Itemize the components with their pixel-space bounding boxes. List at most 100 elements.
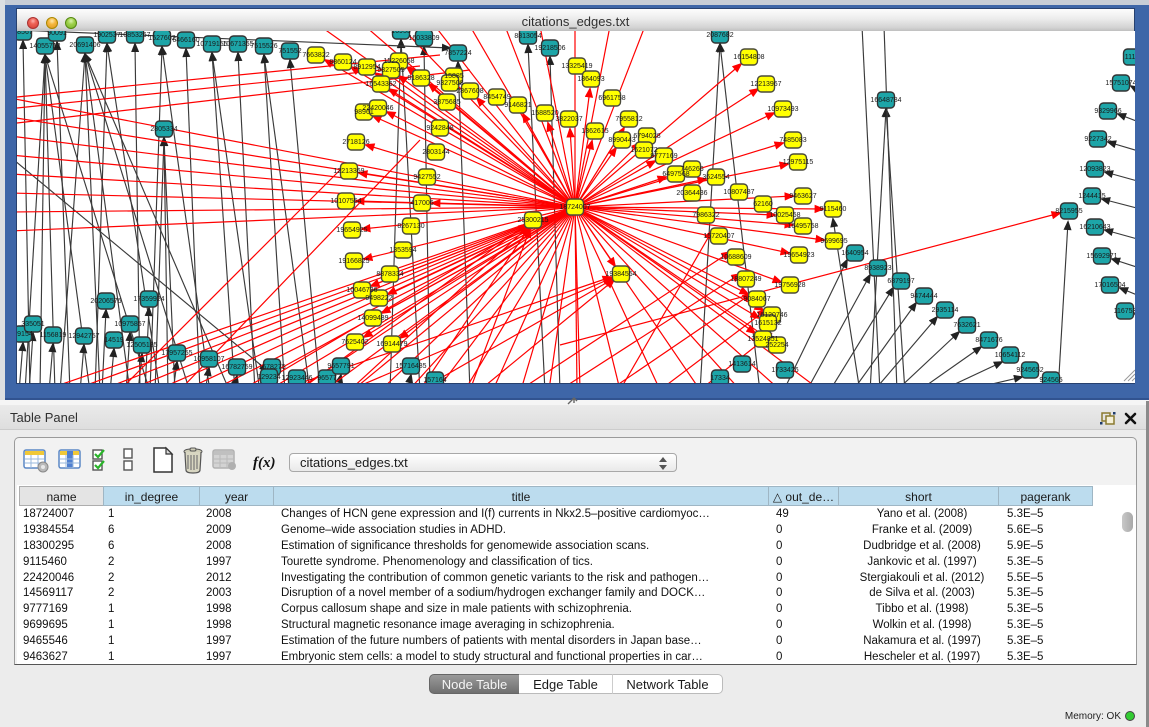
svg-text:1244415: 1244415 [1078,193,1105,200]
svg-text:7986322: 7986322 [692,212,719,219]
svg-text:10973493: 10973493 [767,106,798,113]
svg-text:9657791: 9657791 [327,363,354,370]
svg-text:96577: 96577 [317,375,337,382]
svg-text:7515526: 7515526 [250,43,277,50]
svg-text:18724007: 18724007 [559,204,590,211]
svg-text:7625402: 7625402 [341,339,368,346]
svg-text:335051: 335051 [21,321,44,328]
svg-text:9327508: 9327508 [436,80,463,87]
svg-text:9245652: 9245652 [1016,367,1043,374]
svg-text:15692971: 15692971 [1086,253,1117,260]
svg-text:12213967: 12213967 [750,81,781,88]
svg-text:17957255: 17957255 [161,350,192,357]
svg-text:12975115: 12975115 [783,159,814,166]
svg-text:16154808: 16154808 [733,54,764,61]
svg-text:8938923: 8938923 [864,265,891,272]
svg-text:10958107: 10958107 [193,356,224,363]
svg-text:10046736: 10046736 [346,287,377,294]
svg-text:16495758: 16495758 [787,223,818,230]
svg-text:10688609: 10688609 [720,254,751,261]
svg-text:17359924: 17359924 [133,296,164,303]
svg-text:13325419: 13325419 [561,63,592,70]
svg-text:2087682: 2087682 [706,32,733,39]
svg-text:14519: 14519 [104,337,124,344]
svg-text:19654925: 19654925 [336,227,367,234]
svg-text:9242848: 9242848 [426,125,453,132]
svg-text:20364436: 20364436 [676,190,707,197]
svg-text:16210643: 16210643 [1079,224,1110,231]
svg-text:90091: 90091 [47,31,67,37]
svg-text:10853267: 10853267 [119,32,150,39]
svg-text:9498222: 9498222 [365,295,392,302]
svg-text:10671355: 10671355 [222,41,253,48]
svg-text:19756928: 19756928 [774,282,805,289]
svg-text:9329966: 9329966 [1094,108,1121,115]
svg-text:1902537: 1902537 [93,32,120,39]
svg-text:22420046: 22420046 [362,105,393,112]
svg-text:62160: 62160 [753,201,773,208]
svg-text:417006: 417006 [410,200,433,207]
svg-text:1112: 1112 [1125,54,1135,61]
svg-text:116753: 116753 [1114,308,1135,315]
svg-text:6879197: 6879197 [887,278,914,285]
svg-text:16648784: 16648784 [870,97,901,104]
svg-text:10807487: 10807487 [723,189,754,196]
svg-text:f(x): f(x) [253,455,276,471]
svg-text:7485083: 7485083 [779,137,806,144]
svg-text:12505185: 12505185 [126,342,157,349]
svg-text:8990443: 8990443 [608,137,635,144]
svg-text:8186328: 8186328 [407,75,434,82]
svg-text:16782759: 16782759 [221,364,252,371]
svg-text:746266: 746266 [680,166,703,173]
svg-text:6794028: 6794028 [633,133,660,140]
svg-text:12942757: 12942757 [68,333,99,340]
svg-text:39154: 39154 [17,331,33,338]
svg-text:8215955: 8215955 [1055,208,1082,215]
svg-text:14099489: 14099489 [357,315,388,322]
svg-text:10025458: 10025458 [769,212,800,219]
svg-text:924565: 924565 [1039,377,1062,383]
svg-text:25300215: 25300215 [517,217,548,224]
svg-text:9827505: 9827505 [377,67,404,74]
svg-text:1156819: 1156819 [40,332,67,339]
svg-text:10975857: 10975857 [114,321,145,328]
svg-text:157164: 157164 [423,377,446,383]
svg-text:1413614: 1413614 [728,361,755,368]
svg-text:17016504: 17016504 [1094,282,1125,289]
svg-text:2805334: 2805334 [150,126,177,133]
svg-text:252254: 252254 [765,342,788,349]
svg-text:20206576: 20206576 [90,298,121,305]
svg-text:10654112: 10654112 [995,352,1026,359]
svg-text:12093823: 12093823 [1079,166,1110,173]
svg-text:9427552: 9427552 [413,174,440,181]
svg-text:3624554: 3624554 [702,174,729,181]
svg-text:1615132: 1615132 [754,320,781,327]
svg-text:9463627: 9463627 [789,193,816,200]
svg-text:751552: 751552 [278,48,301,55]
svg-text:9146821: 9146821 [504,102,531,109]
svg-text:1353594: 1353594 [389,247,416,254]
svg-text:9227342: 9227342 [1084,136,1111,143]
svg-text:10107554: 10107554 [330,198,361,205]
svg-text:9777169: 9777169 [650,153,677,160]
svg-text:20691406: 20691406 [69,42,100,49]
svg-text:1678275: 1678275 [258,364,285,371]
svg-text:16120746: 16120746 [756,312,787,319]
svg-text:12923446: 12923446 [281,375,312,382]
svg-text:19218506: 19218506 [534,45,565,52]
svg-text:18567: 18567 [17,31,33,36]
svg-text:8267130: 8267130 [397,223,424,230]
svg-text:7857224: 7857224 [444,50,471,57]
svg-text:15226058: 15226058 [383,58,414,65]
svg-text:7955812: 7955812 [615,116,642,123]
svg-text:12213369: 12213369 [333,168,364,175]
svg-text:1640954: 1640954 [841,250,868,257]
svg-text:9699695: 9699695 [820,238,847,245]
svg-text:2935114: 2935114 [932,307,959,314]
svg-text:1362615: 1362615 [581,128,608,135]
svg-text:1864093: 1864093 [577,76,604,83]
svg-text:15720407: 15720407 [703,233,734,240]
svg-text:16033809: 16033809 [408,35,439,42]
svg-text:8454749: 8454749 [483,94,510,101]
svg-text:2718126: 2718126 [342,139,369,146]
